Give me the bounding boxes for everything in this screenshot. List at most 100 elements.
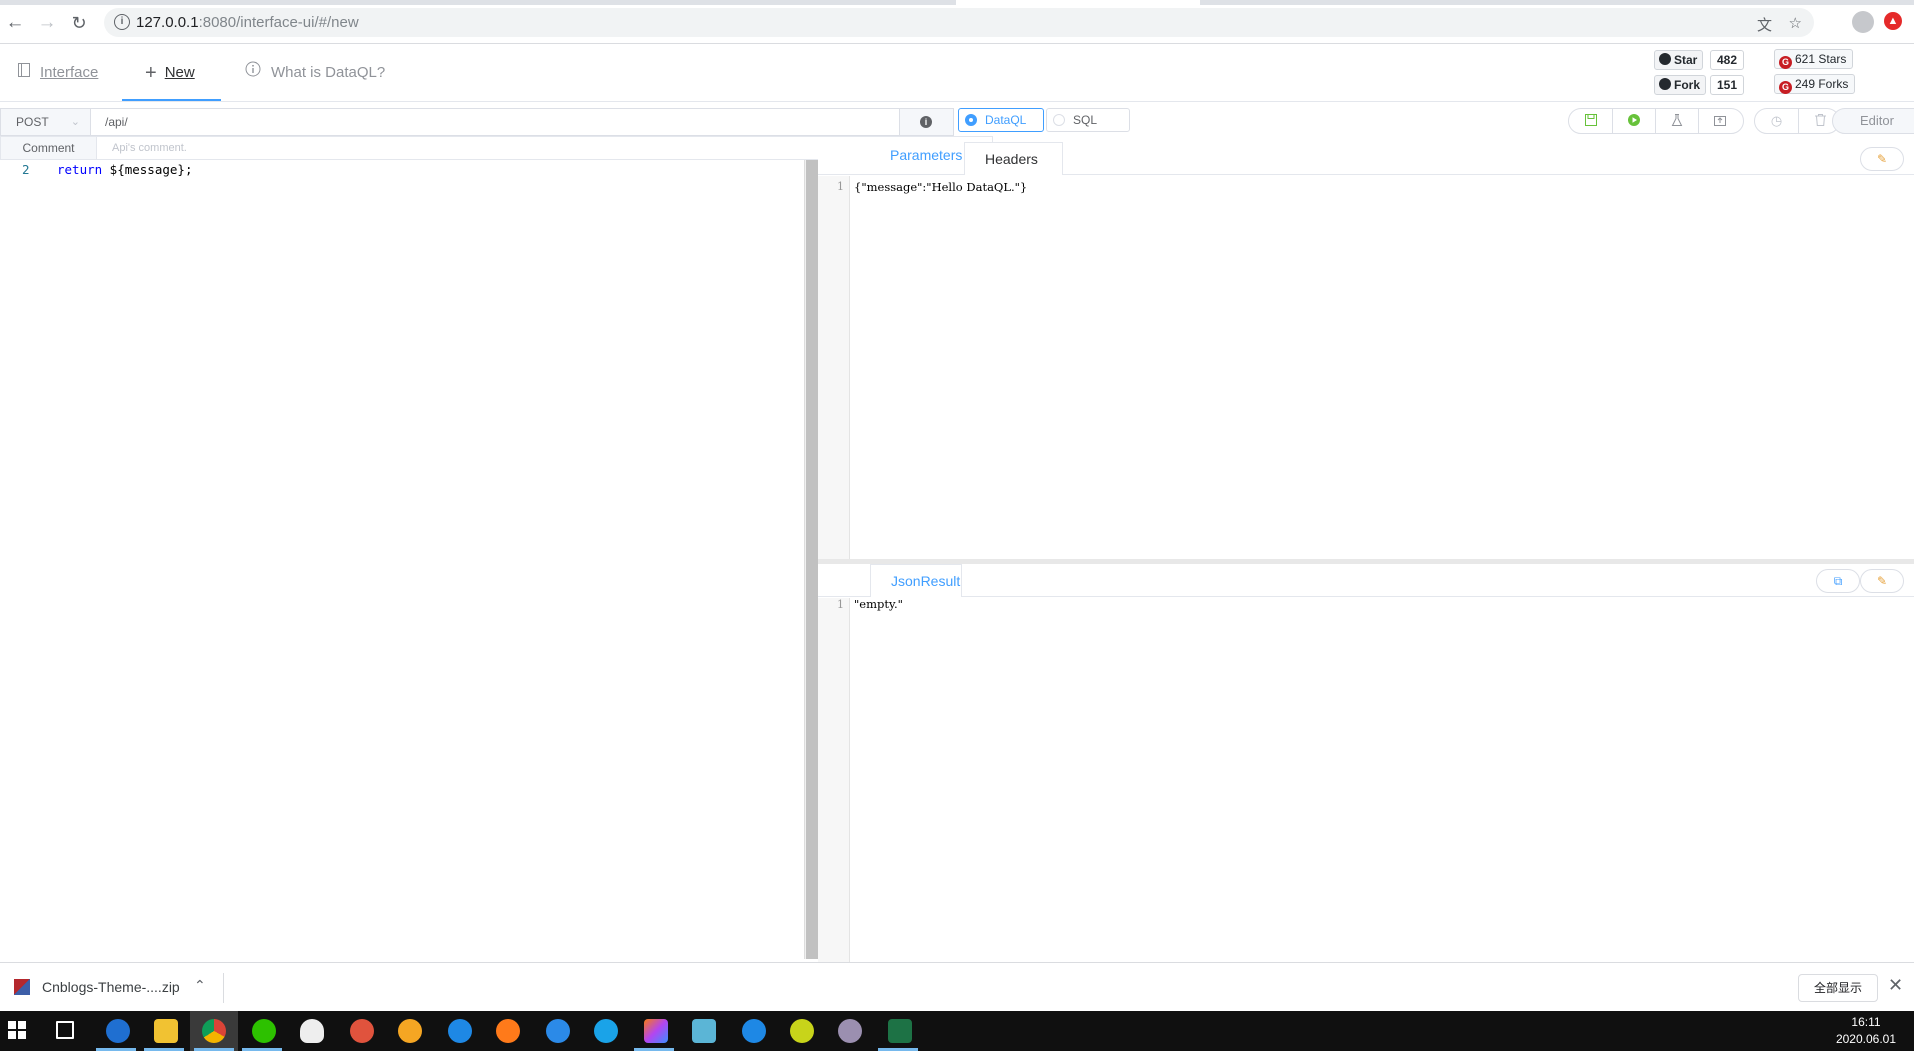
test-button[interactable] bbox=[1655, 109, 1698, 133]
github-fork-count[interactable]: 151 bbox=[1710, 75, 1745, 95]
editor-button[interactable]: Editor bbox=[1832, 108, 1914, 134]
trash-icon bbox=[1814, 114, 1826, 126]
radio-unchecked-icon bbox=[1053, 114, 1065, 126]
eraser-icon: ✎ bbox=[1876, 152, 1888, 166]
bookmark-star-icon[interactable]: ☆ bbox=[1789, 14, 1802, 32]
active-tab[interactable] bbox=[956, 0, 1200, 5]
github-fork-label: Fork bbox=[1674, 78, 1701, 92]
chrome-icon[interactable] bbox=[202, 1019, 226, 1043]
mode-radio-sql[interactable]: SQL bbox=[1046, 108, 1130, 132]
archive-file-icon bbox=[14, 979, 30, 995]
system-clock[interactable]: 16:11 2020.06.01 bbox=[1836, 1014, 1896, 1048]
edge-browser-icon[interactable] bbox=[106, 1019, 130, 1043]
show-all-button[interactable]: 全部显示 bbox=[1798, 974, 1878, 1002]
postman-icon[interactable] bbox=[496, 1019, 520, 1043]
address-bar[interactable]: i 127.0.0.1:8080/interface-ui/#/new 文 ☆ bbox=[104, 8, 1814, 37]
task-view-icon[interactable] bbox=[56, 1021, 74, 1039]
comment-label: Comment bbox=[0, 136, 97, 160]
messenger-icon[interactable] bbox=[546, 1019, 570, 1043]
method-value: POST bbox=[16, 115, 49, 129]
qq-icon[interactable] bbox=[300, 1019, 324, 1043]
save-button[interactable] bbox=[1569, 109, 1612, 133]
menu-interface-label: Interface bbox=[40, 64, 99, 81]
github-icon bbox=[1659, 78, 1671, 90]
close-icon[interactable]: ✕ bbox=[1888, 975, 1903, 996]
map-app-icon[interactable] bbox=[790, 1019, 814, 1043]
gitee-forks-button[interactable]: G 249 Forks bbox=[1774, 74, 1856, 94]
menu-interface[interactable]: Interface bbox=[18, 44, 98, 101]
tab-headers[interactable]: Headers bbox=[964, 142, 1063, 175]
media-app-icon[interactable] bbox=[838, 1019, 862, 1043]
reload-icon[interactable]: ↻ bbox=[68, 12, 90, 34]
excel-icon[interactable] bbox=[888, 1019, 912, 1043]
profile-avatar-icon[interactable] bbox=[1852, 11, 1874, 33]
github-star-label: Star bbox=[1674, 53, 1698, 67]
code-rest: ${message}; bbox=[102, 162, 193, 177]
url-path: :8080/interface-ui/#/new bbox=[198, 14, 359, 31]
menu-new-label: New bbox=[164, 64, 195, 81]
browser-toolbar: ← → ↻ i 127.0.0.1:8080/interface-ui/#/ne… bbox=[0, 0, 1914, 44]
code-keyword: return bbox=[57, 162, 103, 177]
history-icon: ◷ bbox=[1770, 113, 1783, 128]
snail-app-icon[interactable] bbox=[350, 1019, 374, 1043]
save-icon bbox=[1584, 114, 1597, 126]
github-star-button[interactable]: Star bbox=[1654, 50, 1704, 70]
scrollbar-thumb[interactable] bbox=[806, 160, 818, 959]
copy-result-button[interactable]: ⧉ bbox=[1816, 569, 1860, 593]
github-icon bbox=[1659, 53, 1671, 65]
clock-date: 2020.06.01 bbox=[1835, 1032, 1896, 1046]
menu-what-is-dataql-label: What is DataQL? bbox=[271, 64, 386, 81]
file-explorer-icon[interactable] bbox=[154, 1019, 178, 1043]
back-icon[interactable]: ← bbox=[4, 12, 26, 34]
menu-what-is-dataql[interactable]: What is DataQL? bbox=[245, 44, 385, 101]
url-text[interactable]: 127.0.0.1:8080/interface-ui/#/new bbox=[136, 14, 359, 31]
dingtalk-icon[interactable] bbox=[742, 1019, 766, 1043]
download-bar: Cnblogs-Theme-....zip ⌃ 全部显示 ✕ bbox=[0, 962, 1914, 1012]
line-number: 1 bbox=[837, 598, 844, 611]
menu-new[interactable]: + New bbox=[122, 44, 221, 101]
line-number: 2 bbox=[22, 162, 30, 177]
download-file-name[interactable]: Cnblogs-Theme-....zip bbox=[42, 979, 180, 995]
line-number: 1 bbox=[837, 180, 844, 193]
code-text[interactable]: return ${message}; bbox=[57, 162, 192, 177]
copy-icon: ⧉ bbox=[1833, 574, 1843, 588]
tab-json-result[interactable]: JsonResult bbox=[870, 564, 962, 597]
action-button-group bbox=[1568, 108, 1744, 134]
flask-icon bbox=[1671, 114, 1683, 126]
result-json[interactable]: "empty." bbox=[854, 597, 903, 611]
search-app-icon[interactable] bbox=[594, 1019, 618, 1043]
clear-parameters-button[interactable]: ✎ bbox=[1860, 147, 1904, 171]
chevron-up-icon[interactable]: ⌃ bbox=[194, 977, 206, 994]
vertical-scrollbar[interactable] bbox=[804, 160, 818, 959]
method-select[interactable]: POST ⌄ bbox=[0, 108, 90, 136]
tab-strip bbox=[0, 0, 1914, 5]
api-path-input[interactable]: /api/ bbox=[90, 108, 900, 136]
notes-app-icon[interactable] bbox=[692, 1019, 716, 1043]
info-icon: i bbox=[920, 116, 932, 128]
site-info-icon[interactable]: i bbox=[114, 14, 130, 30]
publish-button[interactable] bbox=[1698, 109, 1741, 133]
mode-radio-dataql[interactable]: DataQL bbox=[958, 108, 1044, 132]
github-star-count[interactable]: 482 bbox=[1710, 50, 1745, 70]
cloud-app-icon[interactable] bbox=[448, 1019, 472, 1043]
wechat-icon[interactable] bbox=[252, 1019, 276, 1043]
parameters-tab-bar: Parameters Headers ✎ bbox=[818, 142, 1914, 175]
gitee-stars-button[interactable]: G 621 Stars bbox=[1774, 49, 1854, 69]
run-button[interactable] bbox=[1612, 109, 1655, 133]
windows-start-icon[interactable] bbox=[8, 1021, 26, 1039]
intellij-icon[interactable] bbox=[644, 1019, 668, 1043]
history-button[interactable]: ◷ bbox=[1755, 109, 1798, 133]
path-info-button[interactable]: i bbox=[900, 108, 954, 136]
forward-icon[interactable]: → bbox=[36, 12, 58, 34]
github-fork-button[interactable]: Fork bbox=[1654, 75, 1707, 95]
app-header: Interface + New What is DataQL? Star 482 … bbox=[0, 44, 1914, 102]
parameters-json[interactable]: {"message":"Hello DataQL."} bbox=[854, 180, 1027, 194]
translate-icon[interactable]: 文 bbox=[1757, 14, 1772, 35]
gitee-forks-label: 249 Forks bbox=[1795, 77, 1849, 91]
extension-icon[interactable]: ▲ bbox=[1884, 12, 1902, 30]
mode-sql-label: SQL bbox=[1073, 113, 1098, 127]
clear-result-button[interactable]: ✎ bbox=[1860, 569, 1904, 593]
url-host: 127.0.0.1 bbox=[136, 14, 199, 31]
history-delete-group: ◷ bbox=[1754, 108, 1840, 134]
baidu-icon[interactable] bbox=[398, 1019, 422, 1043]
